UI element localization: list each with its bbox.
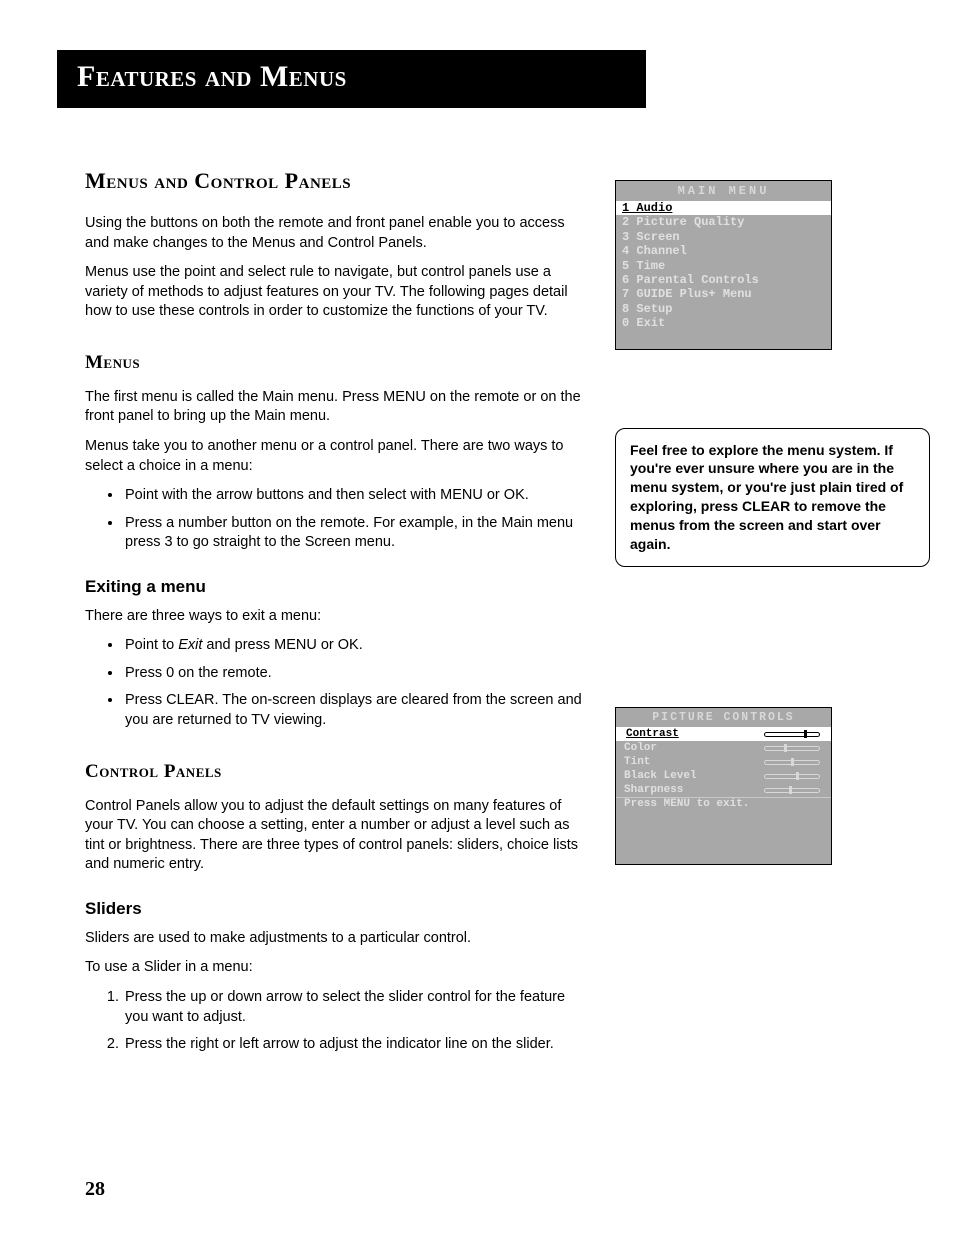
main-menu-item: 2 Picture Quality [616, 215, 831, 229]
main-menu-item: 4 Channel [616, 244, 831, 258]
sliders-paragraph-2: To use a Slider in a menu: [85, 958, 585, 978]
menus-bullets: Point with the arrow buttons and then se… [85, 486, 585, 553]
main-menu-item: 0 Exit [616, 316, 831, 330]
picture-controls-figure: PICTURE CONTROLS Contrast Color Tint Black … [615, 707, 832, 865]
list-item: Press a number button on the remote. For… [123, 514, 585, 553]
picture-control-label: Color [624, 742, 761, 754]
chapter-title: Features and Menus [77, 60, 626, 94]
picture-control-label: Black Level [624, 770, 761, 782]
control-panels-heading: Control Panels [85, 761, 585, 783]
intro-paragraph-1: Using the buttons on both the remote and… [85, 214, 585, 253]
list-item: Press the up or down arrow to select the… [123, 988, 585, 1027]
chapter-heading-bar: Features and Menus [57, 50, 646, 108]
control-panels-paragraph: Control Panels allow you to adjust the d… [85, 797, 585, 875]
slider-icon [761, 730, 823, 738]
exiting-bullets: Point to Exit and press MENU or OK. Pres… [85, 636, 585, 730]
slider-icon [761, 744, 823, 752]
main-menu-item: 8 Setup [616, 302, 831, 316]
main-menu-figure: MAIN MENU 1 Audio2 Picture Quality3 Scre… [615, 180, 832, 350]
main-menu-item: 6 Parental Controls [616, 273, 831, 287]
list-item: Press 0 on the remote. [123, 664, 585, 684]
slider-icon [761, 786, 823, 794]
sliders-heading: Sliders [85, 899, 585, 919]
sliders-paragraph-1: Sliders are used to make adjustments to … [85, 929, 585, 949]
main-menu-item: 7 GUIDE Plus+ Menu [616, 287, 831, 301]
picture-control-row: Color [616, 741, 831, 755]
sliders-steps: Press the up or down arrow to select the… [85, 988, 585, 1055]
tip-box: Feel free to explore the menu system. If… [615, 428, 930, 567]
picture-control-row: Tint [616, 755, 831, 769]
list-item: Press the right or left arrow to adjust … [123, 1035, 585, 1055]
picture-controls-footer: Press MENU to exit. [616, 797, 831, 810]
figure-column: MAIN MENU 1 Audio2 Picture Quality3 Scre… [615, 168, 930, 1063]
picture-control-row: Black Level [616, 769, 831, 783]
picture-control-row: Contrast [616, 727, 831, 741]
picture-control-row: Sharpness [616, 783, 831, 797]
slider-icon [761, 772, 823, 780]
main-text-column: Menus and Control Panels Using the butto… [85, 168, 585, 1063]
picture-control-label: Sharpness [624, 784, 761, 796]
picture-control-label: Tint [624, 756, 761, 768]
main-menu-item: 3 Screen [616, 230, 831, 244]
intro-paragraph-2: Menus use the point and select rule to n… [85, 263, 585, 322]
menus-paragraph-1: The first menu is called the Main menu. … [85, 388, 585, 427]
picture-controls-title: PICTURE CONTROLS [616, 708, 831, 727]
menus-paragraph-2: Menus take you to another menu or a cont… [85, 437, 585, 476]
exiting-paragraph: There are three ways to exit a menu: [85, 607, 585, 627]
picture-control-label: Contrast [624, 728, 761, 740]
section-heading: Menus and Control Panels [85, 168, 585, 194]
list-item: Press CLEAR. The on-screen displays are … [123, 691, 585, 730]
slider-icon [761, 758, 823, 766]
page-number: 28 [85, 1178, 105, 1201]
main-menu-item: 5 Time [616, 259, 831, 273]
menus-heading: Menus [85, 352, 585, 374]
list-item: Point to Exit and press MENU or OK. [123, 636, 585, 656]
list-item: Point with the arrow buttons and then se… [123, 486, 585, 506]
main-menu-title: MAIN MENU [616, 181, 831, 201]
main-menu-item: 1 Audio [616, 201, 831, 215]
exiting-heading: Exiting a menu [85, 577, 585, 597]
